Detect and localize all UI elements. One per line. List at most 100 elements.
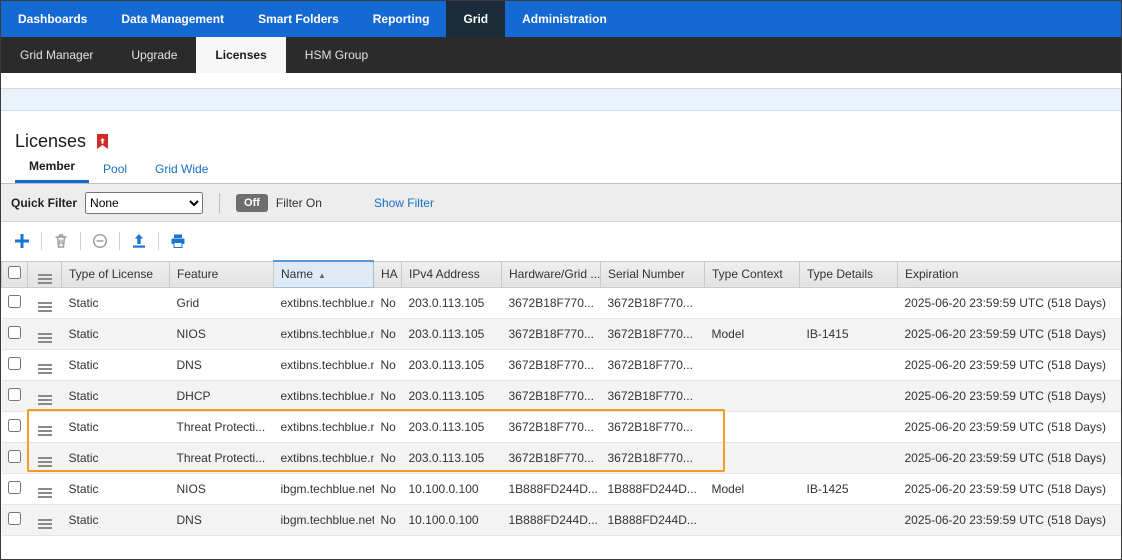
print-icon[interactable] (167, 230, 189, 252)
licenses-table-wrap: Type of License Feature Name▲ HA IPv4 Ad… (1, 260, 1121, 536)
row-menu-icon[interactable] (38, 333, 52, 343)
header-menu-icon[interactable] (38, 274, 52, 284)
cell-type-details (800, 287, 898, 318)
filter-off-toggle[interactable]: Off (236, 194, 268, 212)
row-checkbox[interactable] (8, 419, 21, 432)
cell-type-context (705, 380, 800, 411)
cell-hardware-grid: 3672B18F770... (502, 287, 601, 318)
show-filter-link[interactable]: Show Filter (374, 196, 434, 210)
col-name[interactable]: Name▲ (274, 261, 374, 287)
select-all-checkbox[interactable] (8, 266, 21, 279)
subnav-hsm-group[interactable]: HSM Group (286, 37, 387, 73)
table-row[interactable]: Static NIOS extibns.techblue.n... No 203… (2, 318, 1122, 349)
cell-ipv4-address: 203.0.113.105 (402, 349, 502, 380)
cell-name: extibns.techblue.n... (274, 349, 374, 380)
view-tabs: Member Pool Grid Wide (1, 156, 1121, 184)
cell-ha: No (374, 318, 402, 349)
cell-ha: No (374, 442, 402, 473)
nav-dashboards[interactable]: Dashboards (1, 1, 104, 37)
title-row: Licenses (1, 111, 1121, 156)
col-ha[interactable]: HA (374, 261, 402, 287)
separator (119, 232, 120, 250)
quick-filter-label: Quick Filter (11, 196, 77, 210)
cell-type-context (705, 504, 800, 535)
row-menu-icon[interactable] (38, 488, 52, 498)
cell-type-context (705, 287, 800, 318)
table-row[interactable]: Static DNS ibgm.techblue.net No 10.100.0… (2, 504, 1122, 535)
row-menu-icon[interactable] (38, 426, 52, 436)
action-toolbar (1, 222, 1121, 260)
col-type-details[interactable]: Type Details (800, 261, 898, 287)
col-serial-number[interactable]: Serial Number (601, 261, 705, 287)
cell-expiration: 2025-06-20 23:59:59 UTC (518 Days) (898, 318, 1122, 349)
subnav-grid-manager[interactable]: Grid Manager (1, 37, 112, 73)
cell-name: extibns.techblue.n... (274, 442, 374, 473)
export-icon[interactable] (128, 230, 150, 252)
cell-type-details: IB-1415 (800, 318, 898, 349)
col-feature[interactable]: Feature (170, 261, 274, 287)
delete-icon[interactable] (50, 230, 72, 252)
top-navigation: Dashboards Data Management Smart Folders… (1, 1, 1121, 37)
cell-feature: Threat Protecti... (170, 442, 274, 473)
cell-ipv4-address: 203.0.113.105 (402, 380, 502, 411)
tab-grid-wide[interactable]: Grid Wide (141, 157, 222, 183)
row-checkbox[interactable] (8, 295, 21, 308)
cell-ha: No (374, 287, 402, 318)
cell-name: extibns.techblue.n... (274, 287, 374, 318)
row-menu-icon[interactable] (38, 457, 52, 467)
exclude-icon[interactable] (89, 230, 111, 252)
sub-navigation: Grid Manager Upgrade Licenses HSM Group (1, 37, 1121, 73)
cell-type-of-license: Static (62, 442, 170, 473)
table-row[interactable]: Static NIOS ibgm.techblue.net No 10.100.… (2, 473, 1122, 504)
row-menu-icon[interactable] (38, 395, 52, 405)
cell-type-of-license: Static (62, 411, 170, 442)
separator (80, 232, 81, 250)
cell-expiration: 2025-06-20 23:59:59 UTC (518 Days) (898, 349, 1122, 380)
tab-member[interactable]: Member (15, 154, 89, 183)
table-row[interactable]: Static Threat Protecti... extibns.techbl… (2, 411, 1122, 442)
nav-smart-folders[interactable]: Smart Folders (241, 1, 356, 37)
cell-type-context (705, 349, 800, 380)
row-checkbox[interactable] (8, 388, 21, 401)
bookmark-flag-icon[interactable] (96, 134, 109, 150)
row-checkbox[interactable] (8, 357, 21, 370)
col-type-context[interactable]: Type Context (705, 261, 800, 287)
row-checkbox[interactable] (8, 481, 21, 494)
col-expiration[interactable]: Expiration (898, 261, 1122, 287)
subnav-upgrade[interactable]: Upgrade (112, 37, 196, 73)
table-body: Static Grid extibns.techblue.n... No 203… (2, 287, 1122, 535)
nav-reporting[interactable]: Reporting (356, 1, 447, 37)
nav-data-management[interactable]: Data Management (104, 1, 241, 37)
cell-ipv4-address: 203.0.113.105 (402, 442, 502, 473)
row-checkbox[interactable] (8, 512, 21, 525)
row-menu-icon[interactable] (38, 364, 52, 374)
add-icon[interactable] (11, 230, 33, 252)
cell-hardware-grid: 1B888FD244D... (502, 473, 601, 504)
cell-type-of-license: Static (62, 287, 170, 318)
col-hardware-grid[interactable]: Hardware/Grid ... (502, 261, 601, 287)
row-checkbox[interactable] (8, 450, 21, 463)
cell-feature: NIOS (170, 318, 274, 349)
table-row[interactable]: Static DNS extibns.techblue.n... No 203.… (2, 349, 1122, 380)
col-type-of-license[interactable]: Type of License (62, 261, 170, 287)
row-menu-icon[interactable] (38, 519, 52, 529)
cell-type-details: IB-1425 (800, 473, 898, 504)
cell-serial-number: 3672B18F770... (601, 411, 705, 442)
table-row[interactable]: Static DHCP extibns.techblue.n... No 203… (2, 380, 1122, 411)
tab-pool[interactable]: Pool (89, 157, 141, 183)
cell-expiration: 2025-06-20 23:59:59 UTC (518 Days) (898, 473, 1122, 504)
cell-serial-number: 1B888FD244D... (601, 504, 705, 535)
subnav-licenses[interactable]: Licenses (196, 37, 285, 73)
quick-filter-select[interactable]: None (85, 192, 203, 214)
row-checkbox[interactable] (8, 326, 21, 339)
cell-name: ibgm.techblue.net (274, 504, 374, 535)
table-row[interactable]: Static Threat Protecti... extibns.techbl… (2, 442, 1122, 473)
nav-administration[interactable]: Administration (505, 1, 624, 37)
table-row[interactable]: Static Grid extibns.techblue.n... No 203… (2, 287, 1122, 318)
nav-grid[interactable]: Grid (446, 1, 505, 37)
col-ipv4-address[interactable]: IPv4 Address (402, 261, 502, 287)
cell-ipv4-address: 203.0.113.105 (402, 411, 502, 442)
collapsed-band-white (1, 73, 1121, 89)
row-menu-icon[interactable] (38, 302, 52, 312)
cell-expiration: 2025-06-20 23:59:59 UTC (518 Days) (898, 442, 1122, 473)
